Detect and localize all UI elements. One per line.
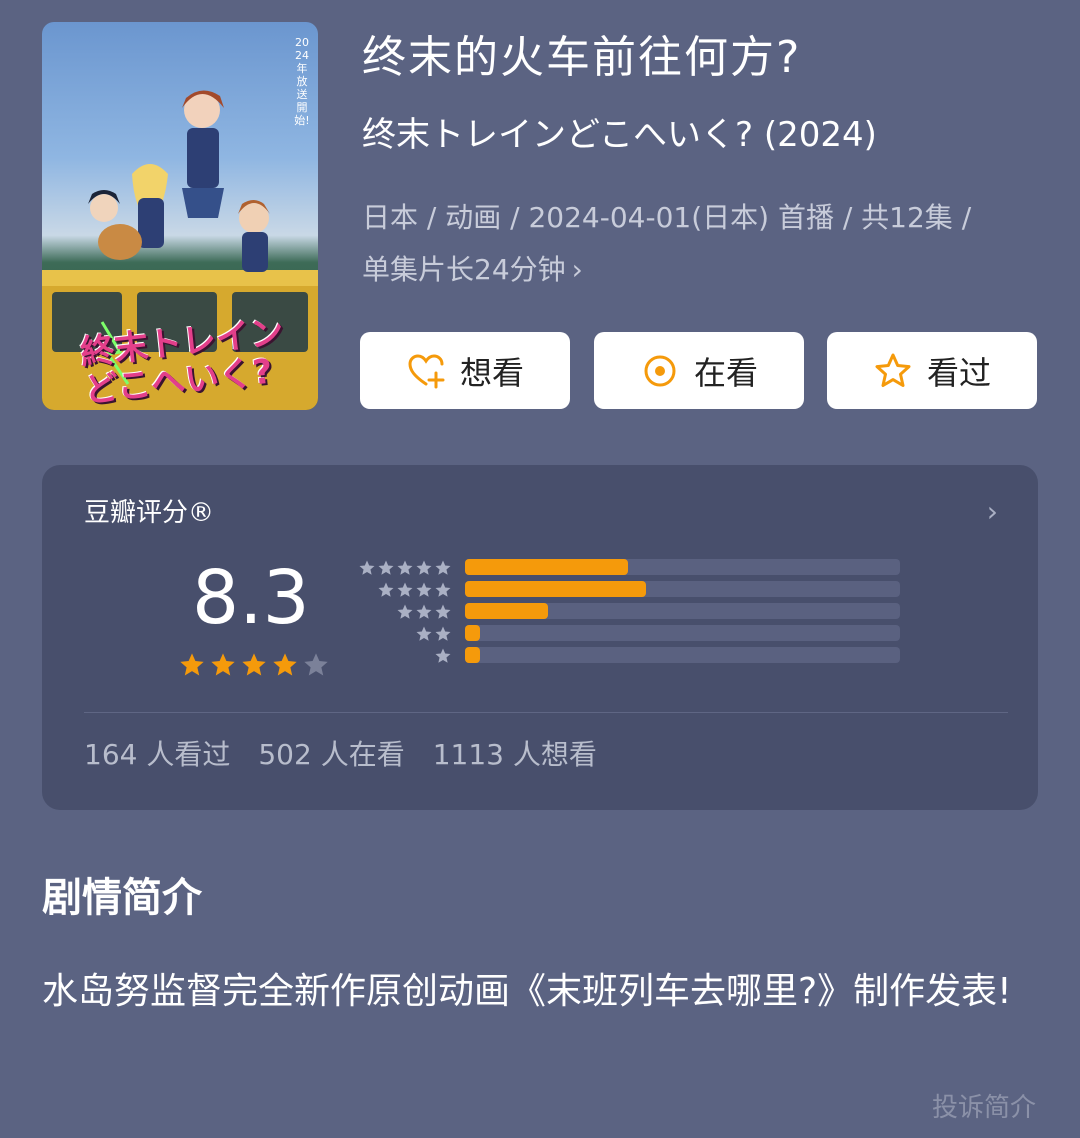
rating-label: 豆瓣评分® (84, 498, 215, 528)
rating-stars (178, 651, 330, 679)
divider (84, 712, 1008, 713)
star-icon (416, 626, 432, 641)
star-icon (416, 560, 432, 575)
heart-plus-icon (408, 353, 445, 388)
distribution-star-labels (354, 557, 452, 667)
distribution-bar-track (465, 603, 900, 619)
star-icon (416, 604, 432, 619)
distribution-star-row (354, 579, 452, 601)
poster-image[interactable]: 2024年 放送開始! 終末トレインどこへいく? (42, 22, 318, 410)
watched-button[interactable]: 看过 (827, 332, 1037, 409)
chevron-right-icon: › (571, 253, 583, 286)
distribution-bar-track (465, 581, 900, 597)
star-icon (416, 582, 432, 597)
distribution-bar-track (465, 647, 900, 663)
watching-button[interactable]: 在看 (594, 332, 804, 409)
distribution-bar-track (465, 625, 900, 641)
chevron-right-icon[interactable]: › (987, 495, 998, 528)
distribution-bars (465, 559, 900, 669)
watched-count: 164 人看过 (84, 738, 231, 771)
rating-score: 8.3 (192, 555, 310, 641)
distribution-star-row (354, 557, 452, 579)
watching-count: 502 人在看 (258, 738, 405, 771)
synopsis-heading: 剧情简介 (42, 875, 202, 921)
movie-meta[interactable]: 日本 / 动画 / 2024-04-01(日本) 首播 / 共12集 / 单集片… (362, 192, 1042, 296)
star-icon (273, 653, 297, 676)
want-to-watch-button[interactable]: 想看 (360, 332, 570, 409)
meta-line-2: 单集片长24分钟 › (362, 244, 1042, 296)
star-icon (435, 626, 451, 641)
report-synopsis-link[interactable]: 投诉简介 (932, 1088, 1036, 1128)
movie-subtitle: 终末トレインどこへいく? (2024) (362, 115, 877, 155)
distribution-star-row (354, 601, 452, 623)
distribution-star-row (354, 645, 452, 667)
movie-title: 终末的火车前往何方? (362, 32, 802, 83)
distribution-bar-track (465, 559, 900, 575)
distribution-star-row (354, 623, 452, 645)
star-icon (397, 560, 413, 575)
star-icon (397, 582, 413, 597)
star-icon (435, 604, 451, 619)
star-icon (211, 653, 235, 676)
distribution-bar-fill (465, 625, 481, 641)
distribution-bar-fill (465, 603, 548, 619)
distribution-bar-fill (465, 559, 629, 575)
meta-line-2-text: 单集片长24分钟 (362, 253, 566, 286)
star-icon (359, 560, 375, 575)
distribution-bar-fill (465, 581, 646, 597)
want-to-watch-label: 想看 (459, 353, 524, 392)
star-icon (397, 604, 413, 619)
rating-counts: 164 人看过 502 人在看 1113 人想看 (84, 733, 597, 777)
want-count: 1113 人想看 (432, 738, 597, 771)
star-icon (180, 653, 204, 676)
star-icon (378, 582, 394, 597)
star-icon (304, 653, 328, 676)
star-icon (435, 648, 451, 663)
star-icon (435, 582, 451, 597)
target-icon (644, 355, 676, 386)
watched-label: 看过 (926, 353, 991, 392)
distribution-bar-fill (465, 647, 481, 663)
watching-label: 在看 (693, 353, 758, 392)
star-icon (378, 560, 394, 575)
star-outline-icon (875, 353, 911, 387)
star-icon (435, 560, 451, 575)
star-icon (242, 653, 266, 676)
synopsis-text: 水岛努监督完全新作原创动画《末班列车去哪里?》制作发表! (42, 971, 1012, 1012)
rating-card[interactable]: 豆瓣评分® › 8.3 164 人看过 502 人在看 1113 人想看 (42, 465, 1038, 810)
poster-vertical-text: 2024年 放送開始! (294, 36, 310, 127)
meta-line-1: 日本 / 动画 / 2024-04-01(日本) 首播 / 共12集 / (362, 201, 972, 234)
